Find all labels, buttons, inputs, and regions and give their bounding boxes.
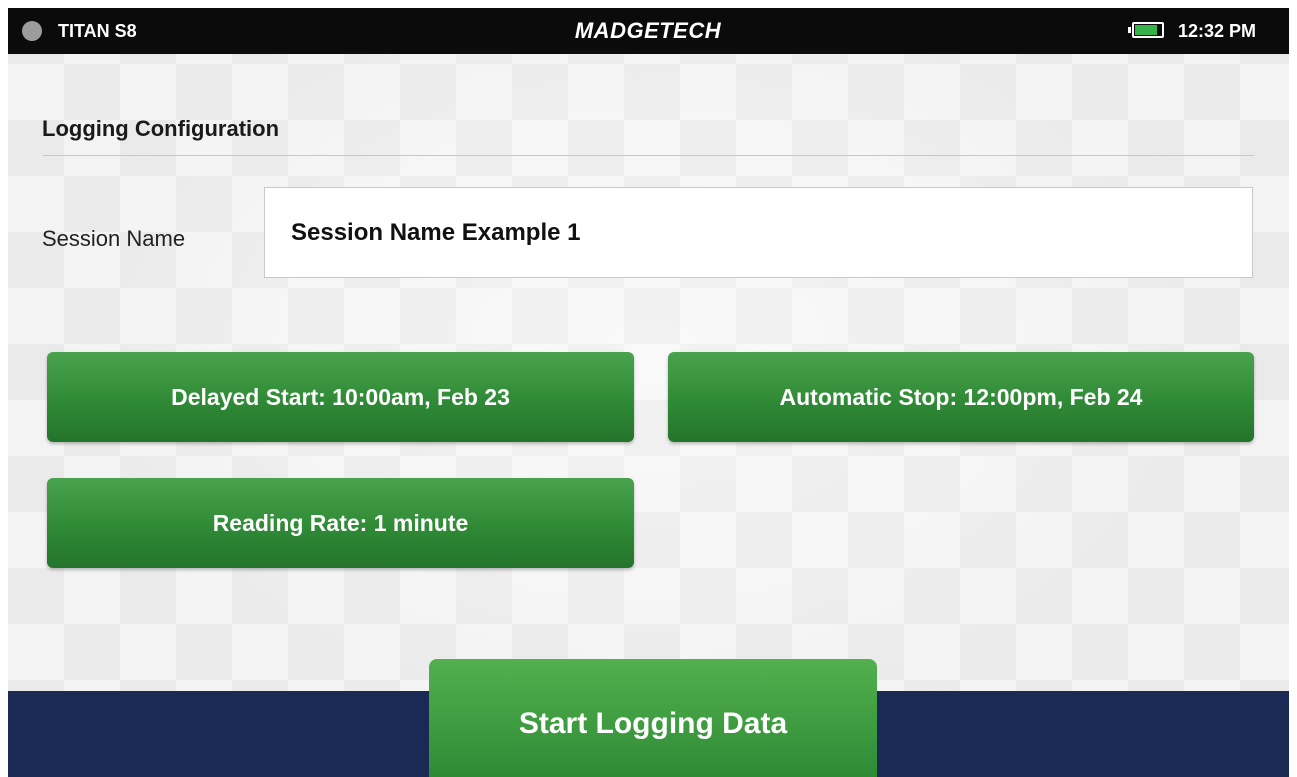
session-name-label: Session Name	[42, 226, 186, 251]
session-name-input[interactable]: Session Name Example 1	[264, 187, 1253, 278]
status-bar: TITAN S8 MADGETECH 12:32 PM	[8, 8, 1289, 54]
battery-icon	[1128, 22, 1164, 38]
start-logging-button[interactable]: Start Logging Data	[429, 659, 877, 777]
title-divider	[43, 155, 1254, 156]
automatic-stop-button[interactable]: Automatic Stop: 12:00pm, Feb 24	[668, 352, 1254, 442]
status-indicator-icon	[22, 21, 42, 41]
battery-level-fill	[1135, 25, 1158, 35]
page-title: Logging Configuration	[42, 116, 280, 141]
delayed-start-button[interactable]: Delayed Start: 10:00am, Feb 23	[47, 352, 634, 442]
reading-rate-button[interactable]: Reading Rate: 1 minute	[47, 478, 634, 568]
device-screen: TITAN S8 MADGETECH 12:32 PM Logging Conf…	[8, 8, 1289, 777]
device-name: TITAN S8	[58, 21, 137, 41]
brand-logo: MADGETECH	[574, 18, 722, 43]
clock: 12:32 PM	[1178, 21, 1257, 41]
